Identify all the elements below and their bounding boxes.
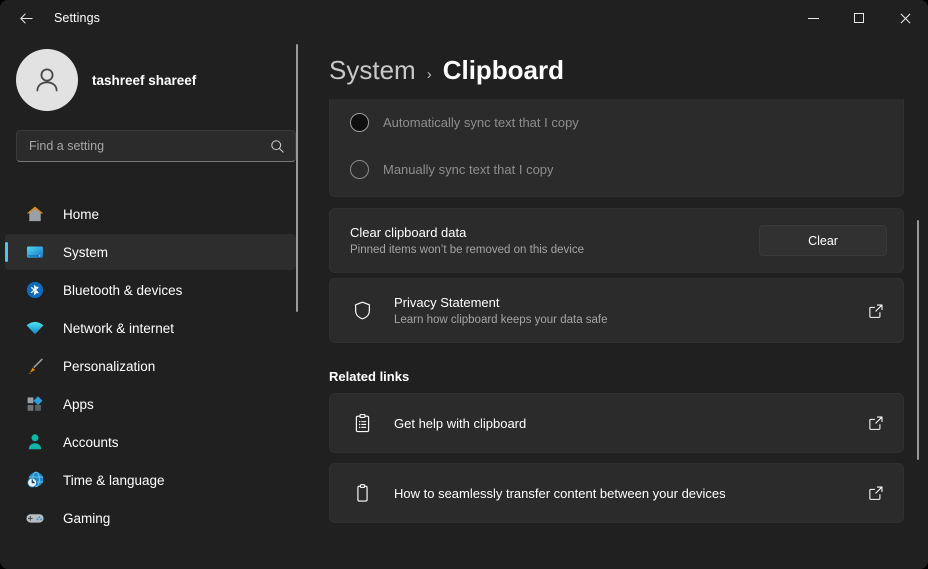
sidebar-item-label: Bluetooth & devices bbox=[63, 283, 182, 298]
clear-clipboard-text: Clear clipboard data Pinned items won’t … bbox=[350, 224, 759, 258]
related-link-title: Get help with clipboard bbox=[394, 415, 853, 432]
sidebar-item-system[interactable]: System bbox=[5, 234, 296, 270]
clipboard-blank-icon bbox=[350, 481, 374, 505]
sidebar-item-home[interactable]: Home bbox=[5, 196, 296, 232]
title-bar: Settings bbox=[0, 0, 928, 36]
open-external-icon[interactable] bbox=[865, 300, 887, 322]
breadcrumb-parent[interactable]: System bbox=[329, 55, 416, 86]
close-button[interactable] bbox=[882, 0, 928, 36]
related-link-get-help-card[interactable]: Get help with clipboard bbox=[329, 393, 904, 453]
home-icon bbox=[24, 203, 46, 225]
content-scrollbar[interactable] bbox=[917, 220, 919, 460]
sidebar-item-accounts[interactable]: Accounts bbox=[5, 424, 296, 460]
minimize-button[interactable] bbox=[790, 0, 836, 36]
sidebar-item-network-internet[interactable]: Network & internet bbox=[5, 310, 296, 346]
wifi-icon bbox=[24, 317, 46, 339]
account-name: tashreef shareef bbox=[92, 73, 196, 88]
gamepad-icon bbox=[24, 507, 46, 529]
clear-clipboard-row: Clear clipboard data Pinned items won’t … bbox=[330, 209, 903, 272]
minimize-icon bbox=[808, 18, 819, 19]
related-link-row[interactable]: How to seamlessly transfer content betwe… bbox=[330, 464, 903, 522]
content-pane: System › Clipboard Automatically sync te… bbox=[312, 36, 928, 569]
sidebar-item-label: Personalization bbox=[63, 359, 155, 374]
sidebar-scrollbar[interactable] bbox=[296, 44, 298, 312]
clear-button[interactable]: Clear bbox=[759, 225, 887, 256]
privacy-statement-title: Privacy Statement bbox=[394, 294, 853, 311]
sidebar-item-label: Accounts bbox=[63, 435, 119, 450]
radio-button[interactable] bbox=[350, 113, 369, 132]
breadcrumb: System › Clipboard bbox=[312, 36, 928, 86]
sidebar-item-apps[interactable]: Apps bbox=[5, 386, 296, 422]
window-title: Settings bbox=[54, 11, 100, 25]
window-controls bbox=[790, 0, 928, 36]
privacy-statement-subtitle: Learn how clipboard keeps your data safe bbox=[394, 312, 853, 328]
maximize-icon bbox=[854, 13, 864, 23]
shield-icon bbox=[350, 299, 374, 323]
sidebar-item-label: Home bbox=[63, 207, 99, 222]
open-external-icon[interactable] bbox=[865, 482, 887, 504]
radio-option-automatic[interactable]: Automatically sync text that I copy bbox=[330, 99, 903, 145]
open-external-icon[interactable] bbox=[865, 412, 887, 434]
related-link-title: How to seamlessly transfer content betwe… bbox=[394, 485, 853, 502]
avatar bbox=[16, 49, 78, 111]
sidebar-nav: Home Sys bbox=[0, 194, 312, 569]
bluetooth-icon bbox=[24, 279, 46, 301]
clear-clipboard-title: Clear clipboard data bbox=[350, 224, 759, 241]
privacy-statement-card[interactable]: Privacy Statement Learn how clipboard ke… bbox=[329, 278, 904, 343]
search-input[interactable] bbox=[29, 139, 270, 153]
back-arrow-icon bbox=[19, 11, 34, 26]
related-link-text: How to seamlessly transfer content betwe… bbox=[394, 485, 853, 502]
radio-option-manual[interactable]: Manually sync text that I copy bbox=[330, 145, 903, 193]
clear-clipboard-subtitle: Pinned items won’t be removed on this de… bbox=[350, 242, 759, 258]
privacy-statement-text: Privacy Statement Learn how clipboard ke… bbox=[394, 294, 853, 328]
sync-options-card: Automatically sync text that I copy Manu… bbox=[329, 99, 904, 197]
sidebar: tashreef shareef Home bbox=[0, 36, 312, 569]
radio-label: Automatically sync text that I copy bbox=[383, 115, 579, 130]
sidebar-item-label: Network & internet bbox=[63, 321, 174, 336]
paintbrush-icon bbox=[24, 355, 46, 377]
sidebar-item-label: System bbox=[63, 245, 108, 260]
clipboard-list-icon bbox=[350, 411, 374, 435]
system-display-icon bbox=[24, 241, 46, 263]
account-block[interactable]: tashreef shareef bbox=[0, 36, 312, 108]
sidebar-item-personalization[interactable]: Personalization bbox=[5, 348, 296, 384]
search-icon bbox=[270, 139, 285, 154]
close-icon bbox=[899, 12, 911, 24]
related-link-row[interactable]: Get help with clipboard bbox=[330, 394, 903, 452]
clock-globe-icon bbox=[24, 469, 46, 491]
page-title: Clipboard bbox=[443, 55, 564, 86]
sidebar-item-label: Time & language bbox=[63, 473, 165, 488]
sidebar-item-label: Apps bbox=[63, 397, 94, 412]
back-button[interactable] bbox=[10, 4, 42, 32]
sidebar-item-time-language[interactable]: Time & language bbox=[5, 462, 296, 498]
settings-window: Settings tashreef shareef bbox=[0, 0, 928, 569]
sidebar-item-label: Gaming bbox=[63, 511, 110, 526]
maximize-button[interactable] bbox=[836, 0, 882, 36]
sidebar-item-bluetooth-devices[interactable]: Bluetooth & devices bbox=[5, 272, 296, 308]
chevron-right-icon: › bbox=[427, 66, 432, 83]
related-link-text: Get help with clipboard bbox=[394, 415, 853, 432]
apps-icon bbox=[24, 393, 46, 415]
related-links-heading: Related links bbox=[329, 369, 928, 384]
clear-clipboard-card: Clear clipboard data Pinned items won’t … bbox=[329, 208, 904, 273]
settings-scroll-area: Automatically sync text that I copy Manu… bbox=[312, 99, 928, 569]
radio-button[interactable] bbox=[350, 160, 369, 179]
search-box[interactable] bbox=[16, 130, 296, 162]
radio-label: Manually sync text that I copy bbox=[383, 162, 554, 177]
accounts-person-icon bbox=[24, 431, 46, 453]
privacy-statement-row[interactable]: Privacy Statement Learn how clipboard ke… bbox=[330, 279, 903, 342]
related-link-transfer-content-card[interactable]: How to seamlessly transfer content betwe… bbox=[329, 463, 904, 523]
person-avatar-icon bbox=[30, 63, 64, 97]
sidebar-item-gaming[interactable]: Gaming bbox=[5, 500, 296, 536]
